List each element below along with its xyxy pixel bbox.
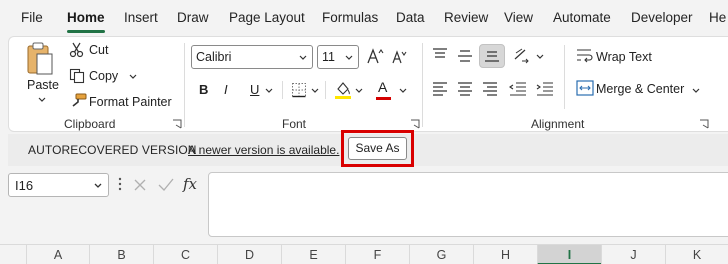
wrap-text-icon bbox=[577, 49, 593, 63]
column-header-row: A B C D E F G H I J K bbox=[0, 244, 728, 264]
formula-controls: fx bbox=[127, 172, 205, 198]
tab-data[interactable]: Data bbox=[396, 10, 425, 25]
column-header[interactable]: G bbox=[409, 245, 473, 264]
borders-chevron-down-icon[interactable] bbox=[311, 88, 319, 94]
more-options-icon[interactable] bbox=[118, 176, 122, 192]
wrap-text-button[interactable]: Wrap Text bbox=[596, 50, 652, 64]
copy-button[interactable]: Copy bbox=[89, 69, 118, 83]
copy-icon bbox=[69, 68, 85, 84]
name-box[interactable]: I16 bbox=[8, 173, 109, 197]
alignment-launcher-icon[interactable] bbox=[699, 119, 709, 129]
formula-input[interactable] bbox=[208, 172, 728, 237]
font-color-chevron-down-icon[interactable] bbox=[399, 88, 407, 94]
align-bottom-button[interactable] bbox=[479, 44, 505, 68]
tab-help[interactable]: He bbox=[709, 10, 726, 25]
merge-center-button[interactable]: Merge & Center bbox=[596, 82, 684, 96]
underline-button[interactable]: U bbox=[250, 82, 259, 97]
menu-bar: File Home Insert Draw Page Layout Formul… bbox=[0, 0, 728, 36]
borders-icon[interactable] bbox=[291, 82, 307, 98]
format-painter-icon bbox=[72, 93, 87, 107]
paste-chevron-down-icon[interactable] bbox=[38, 97, 46, 103]
chevron-down-icon bbox=[94, 183, 102, 188]
font-size-value: 11 bbox=[322, 50, 335, 64]
align-top-icon[interactable] bbox=[432, 48, 448, 62]
scissors-icon bbox=[69, 42, 84, 58]
decrease-indent-icon[interactable] bbox=[509, 82, 527, 96]
bold-button[interactable]: B bbox=[199, 82, 208, 97]
format-painter-button[interactable]: Format Painter bbox=[89, 95, 172, 109]
align-right-icon[interactable] bbox=[482, 82, 498, 96]
save-as-highlight: Save As bbox=[341, 130, 414, 167]
notice-title: AUTORECOVERED VERSION bbox=[28, 143, 197, 157]
font-name-dropdown[interactable]: Calibri bbox=[191, 45, 313, 69]
group-divider bbox=[564, 45, 565, 109]
active-tab-indicator bbox=[67, 30, 105, 33]
font-group-label: Font bbox=[282, 117, 307, 131]
fill-color-chevron-down-icon[interactable] bbox=[355, 88, 363, 94]
select-all-corner[interactable] bbox=[0, 245, 26, 264]
align-middle-icon[interactable] bbox=[457, 49, 473, 63]
align-left-icon[interactable] bbox=[432, 82, 448, 96]
column-header[interactable]: F bbox=[345, 245, 409, 264]
group-divider bbox=[184, 43, 185, 127]
tab-formulas[interactable]: Formulas bbox=[322, 10, 378, 25]
column-header-selected[interactable]: I bbox=[537, 245, 601, 264]
fill-color-swatch bbox=[335, 96, 351, 99]
save-as-button[interactable]: Save As bbox=[348, 137, 407, 160]
tab-review[interactable]: Review bbox=[444, 10, 488, 25]
tab-home[interactable]: Home bbox=[67, 10, 105, 25]
decrease-font-size-icon[interactable] bbox=[391, 49, 407, 65]
group-divider bbox=[325, 81, 326, 99]
ribbon: Paste Cut Copy Format Painter Clipboard … bbox=[8, 36, 728, 132]
column-header[interactable]: E bbox=[281, 245, 345, 264]
increase-font-size-icon[interactable] bbox=[366, 47, 384, 65]
font-size-dropdown[interactable]: 11 bbox=[317, 45, 359, 69]
group-divider bbox=[282, 81, 283, 99]
cancel-icon[interactable] bbox=[133, 178, 147, 192]
font-name-value: Calibri bbox=[196, 50, 232, 64]
group-divider bbox=[422, 43, 423, 127]
column-header[interactable]: C bbox=[153, 245, 217, 264]
clipboard-launcher-icon[interactable] bbox=[172, 119, 182, 129]
orientation-icon[interactable] bbox=[512, 47, 530, 65]
align-center-icon[interactable] bbox=[457, 82, 473, 96]
cut-button[interactable]: Cut bbox=[89, 43, 108, 57]
align-bottom-icon bbox=[485, 51, 499, 62]
name-box-value: I16 bbox=[15, 178, 34, 193]
column-header[interactable]: H bbox=[473, 245, 537, 264]
increase-indent-icon[interactable] bbox=[536, 82, 554, 96]
font-launcher-icon[interactable] bbox=[410, 119, 420, 129]
alignment-group-label: Alignment bbox=[531, 117, 585, 131]
font-color-swatch bbox=[376, 97, 391, 100]
fill-color-icon[interactable] bbox=[334, 80, 352, 100]
enter-check-icon[interactable] bbox=[158, 178, 174, 192]
newer-version-link[interactable]: A newer version is available. bbox=[188, 143, 339, 157]
insert-function-button[interactable]: fx bbox=[183, 175, 197, 193]
chevron-down-icon bbox=[345, 55, 353, 60]
clipboard-group-label: Clipboard bbox=[64, 117, 116, 131]
column-header[interactable]: J bbox=[601, 245, 665, 264]
italic-button[interactable]: I bbox=[224, 82, 228, 97]
paste-button[interactable]: Paste bbox=[27, 78, 59, 92]
tab-developer[interactable]: Developer bbox=[631, 10, 693, 25]
tab-view[interactable]: View bbox=[504, 10, 533, 25]
merge-chevron-down-icon[interactable] bbox=[692, 88, 700, 94]
column-header[interactable]: K bbox=[665, 245, 728, 264]
copy-chevron-down-icon[interactable] bbox=[129, 74, 137, 80]
column-header[interactable]: B bbox=[89, 245, 153, 264]
tab-draw[interactable]: Draw bbox=[177, 10, 209, 25]
tab-file[interactable]: File bbox=[21, 10, 43, 25]
column-header[interactable]: A bbox=[26, 245, 89, 264]
font-color-button[interactable]: A bbox=[378, 79, 387, 95]
merge-center-icon bbox=[576, 80, 594, 96]
column-header[interactable]: D bbox=[217, 245, 281, 264]
paste-icon[interactable] bbox=[25, 41, 55, 77]
orientation-chevron-down-icon[interactable] bbox=[536, 54, 544, 60]
chevron-down-icon bbox=[299, 55, 307, 60]
tab-insert[interactable]: Insert bbox=[124, 10, 158, 25]
underline-chevron-down-icon[interactable] bbox=[265, 88, 273, 94]
tab-page-layout[interactable]: Page Layout bbox=[229, 10, 305, 25]
tab-automate[interactable]: Automate bbox=[553, 10, 611, 25]
